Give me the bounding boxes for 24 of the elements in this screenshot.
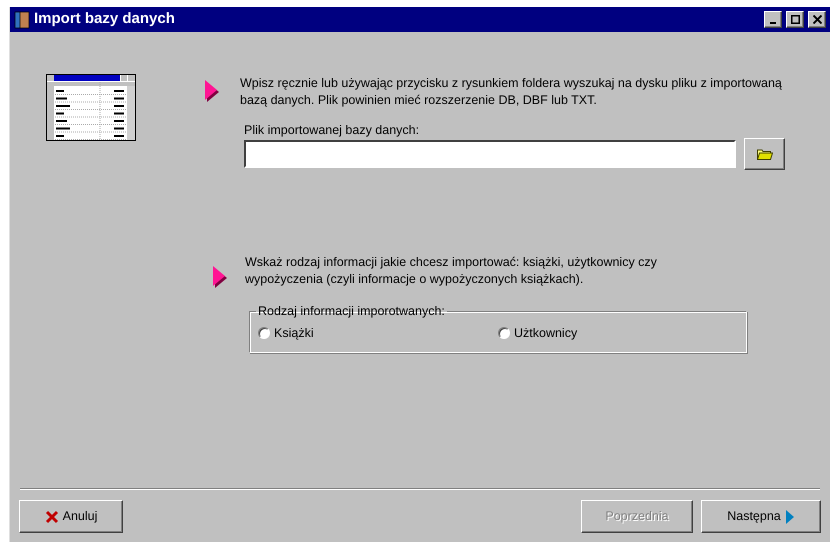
folder-icon [756,148,772,160]
right-triangle-icon [784,508,795,524]
next-button[interactable]: Następna [701,500,821,533]
minimize-button[interactable] [764,11,782,28]
close-button[interactable] [808,11,826,28]
cancel-button[interactable]: Anuluj [19,500,123,533]
group-label: Rodzaj informacji imporotwanych: [257,303,446,320]
table-window-icon [46,74,136,141]
instruction-text: Wskaż rodzaj informacji jakie chcesz importować: książki, użytkownicy czy wypożyczenia (czyli informacje o wypożyczonych książkach). [245,254,658,288]
file-path-field[interactable] [244,140,736,168]
instruction-text: Wpisz ręcznie lub używając przycisku z rysunkiem foldera wyszukaj na dysku pliku z importowaną bazą danych. Plik powinien mieć rozszerzenie DB, DBF lub TXT. [240,75,783,109]
browse-button[interactable] [744,138,785,170]
radio-option[interactable]: Książki [258,324,498,342]
window-title: Import bazy danych [34,9,176,30]
maximize-button[interactable] [786,11,804,28]
minimize-icon [770,22,776,24]
maximize-icon [790,15,800,24]
book-icon [14,10,30,28]
field-label: Plik importowanej bazy danych: [244,122,420,138]
arrow-icon [204,79,220,103]
arrow-icon [212,265,228,289]
close-icon [44,510,59,524]
close-icon [812,15,822,24]
radio-option[interactable]: Użtkownicy [498,324,738,342]
